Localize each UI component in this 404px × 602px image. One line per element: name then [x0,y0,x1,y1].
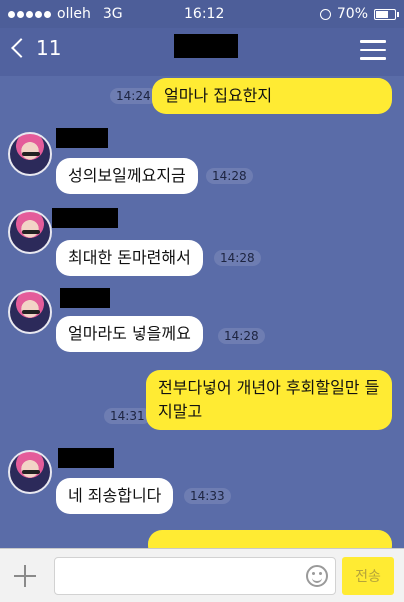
menu-icon-line [360,57,386,60]
chevron-left-icon [11,38,31,58]
battery-label: 70% [336,6,368,22]
message-bubble-incoming[interactable]: 최대한 돈마련해서 [56,240,203,276]
menu-icon-line [360,48,386,51]
sender-name-redacted [60,288,110,308]
message-input[interactable] [54,557,336,595]
battery-icon [374,8,399,20]
avatar[interactable] [8,132,52,176]
back-count: 11 [36,36,62,60]
message-bubble-outgoing[interactable]: 전부다넣어 개년아 후회할일만 들지말고 [146,370,392,430]
message-bubble-incoming[interactable]: 얼마라도 넣을께요 [56,316,203,352]
status-right: 70% [319,6,399,22]
network-label: 3G [102,6,123,22]
message-bubble-incoming[interactable]: 네 죄송합니다 [56,478,174,514]
message-time: 14:28 [206,168,253,184]
clock: 16:12 [184,6,225,22]
avatar[interactable] [8,450,52,494]
message-time: 14:24 [110,88,157,104]
back-button[interactable]: 11 [10,36,61,60]
message-time: 14:28 [218,328,265,344]
message-bubble-outgoing[interactable]: 얼마나 집요한지 [152,78,392,114]
message-time: 14:28 [214,250,261,266]
sender-name-redacted [58,448,114,468]
message-time: 14:33 [184,488,231,504]
chat-header: 11 [0,28,404,76]
menu-icon-line [360,40,386,43]
sender-name-redacted [52,208,118,228]
input-bar: 전송 [0,548,404,602]
status-bar: olleh 3G 16:12 70% [0,0,404,28]
status-left: olleh 3G [8,6,123,22]
sender-name-redacted [56,128,108,148]
signal-icon [8,10,51,18]
emoji-icon[interactable] [306,565,328,587]
message-time: 14:31 [104,408,151,424]
avatar[interactable] [8,290,52,334]
send-button[interactable]: 전송 [342,557,394,595]
avatar[interactable] [8,210,52,254]
message-bubble-incoming[interactable]: 성의보일께요지금 [56,158,198,194]
chat-title-redacted [174,34,238,58]
alarm-icon [319,8,331,20]
menu-button[interactable] [360,40,386,60]
carrier-label: olleh [57,6,91,22]
plus-icon[interactable] [12,563,38,589]
